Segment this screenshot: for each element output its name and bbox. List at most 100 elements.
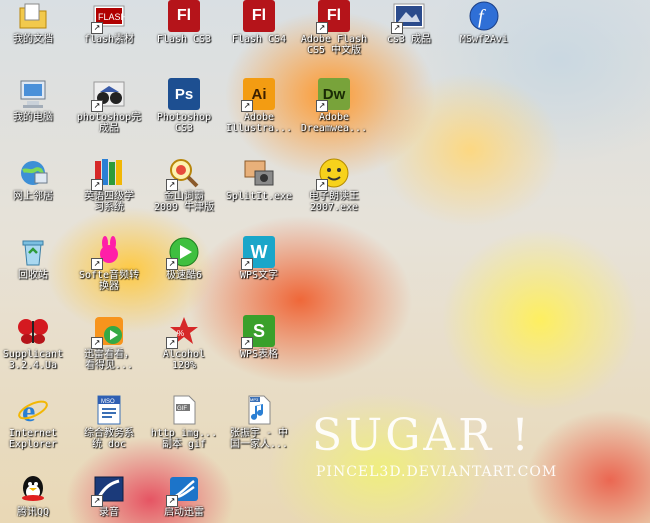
icon-label: MSwf2Avi xyxy=(459,34,509,45)
flash-cs4-shortcut[interactable]: Fl Flash CS4 xyxy=(222,0,296,45)
gif-file-shortcut[interactable]: GIF http_img... 副本 gif xyxy=(147,394,221,450)
gif-icon: GIF xyxy=(168,394,200,426)
splitit-shortcut[interactable]: SplitIt.exe xyxy=(222,157,296,202)
shortcut-arrow-icon: ↗ xyxy=(91,100,103,112)
english-study-shortcut[interactable]: ↗ 英语四级学 习系统 xyxy=(72,157,146,213)
shortcut-arrow-icon: ↗ xyxy=(391,22,403,34)
dictionary-icon: ↗ xyxy=(166,157,200,191)
supplicant-shortcut[interactable]: Supplicant 3.2.4.Ua xyxy=(0,315,70,371)
illustrator-shortcut[interactable]: Ai ↗ Adobe Illustra... xyxy=(222,78,296,134)
icon-label: Internet Explorer xyxy=(8,428,58,450)
flash-assets-icon: FLASH ↗ xyxy=(91,0,127,34)
icon-label: Adobe Illustra... xyxy=(225,112,293,134)
flash-cs5-icon: Fl ↗ xyxy=(316,0,350,34)
shortcut-arrow-icon: ↗ xyxy=(241,337,253,349)
icon-label: photoshop完 成品 xyxy=(76,112,142,134)
shortcut-arrow-icon: ↗ xyxy=(241,100,253,112)
icon-label: 综合教务系 统 doc xyxy=(84,428,134,450)
mswf2avi-icon: f xyxy=(468,0,500,32)
svg-text:MP3: MP3 xyxy=(250,397,259,402)
ku6-shortcut[interactable]: ↗ 极速酷6 xyxy=(147,236,221,281)
dictionary-shortcut[interactable]: ↗ 金山词霸 2009 牛津版 xyxy=(147,157,221,213)
mp3-icon: MP3 xyxy=(243,394,275,426)
icon-label: http_img... 副本 gif xyxy=(150,428,218,450)
shortcut-arrow-icon: ↗ xyxy=(316,22,328,34)
flash-cs3-shortcut[interactable]: Fl Flash CS3 xyxy=(147,0,221,45)
flash-assets-shortcut[interactable]: FLASH ↗ flash素材 xyxy=(72,0,146,45)
mswf2avi-shortcut[interactable]: f MSwf2Avi xyxy=(447,0,521,45)
icon-label: Softe音频转 换器 xyxy=(78,270,140,292)
svg-text:e: e xyxy=(22,395,35,426)
icon-label: 回收站 xyxy=(18,270,48,281)
photoshop-cs3-shortcut[interactable]: Ps Photoshop CS3 xyxy=(147,78,221,134)
reader-shortcut[interactable]: ↗ 电子朗读王 2007.exe xyxy=(297,157,371,213)
ie-icon: e xyxy=(17,394,49,428)
xunlei-kankan-shortcut[interactable]: ↗ 迅雷看看， 看得见... xyxy=(72,315,146,371)
photoshop-icon: Ps xyxy=(168,78,200,110)
doc-icon: MSO xyxy=(93,394,125,426)
svg-text:FLASH: FLASH xyxy=(98,12,125,22)
photoshop-output-icon: ↗ xyxy=(91,78,125,112)
icon-label: 我的电脑 xyxy=(13,112,53,123)
svg-text:%: % xyxy=(177,329,184,338)
wallpaper-title: SUGAR ! xyxy=(312,410,532,461)
icon-label: Supplicant 3.2.4.Ua xyxy=(2,349,64,371)
photoshop-output-shortcut[interactable]: ↗ photoshop完 成品 xyxy=(72,78,146,134)
icon-label: SplitIt.exe xyxy=(225,191,293,202)
icon-label: Adobe Dreamwea... xyxy=(300,112,368,134)
cs3-output-icon: ↗ xyxy=(391,0,425,34)
icon-label: Adobe Flash CS5 中文版 xyxy=(300,34,368,56)
icon-label: 英语四级学 习系统 xyxy=(84,191,134,213)
ie-shortcut[interactable]: e Internet Explorer xyxy=(0,394,70,450)
icon-label: cs3 成品 xyxy=(386,34,432,45)
doc-shortcut[interactable]: MSO 综合教务系 统 doc xyxy=(72,394,146,450)
alcohol-shortcut[interactable]: % ↗ Alcohol 120% xyxy=(147,315,221,371)
shortcut-arrow-icon: ↗ xyxy=(166,179,178,191)
flash-cs4-icon: Fl xyxy=(243,0,275,32)
icon-label: WPS文字 xyxy=(239,270,279,281)
mp3-file-shortcut[interactable]: MP3 张振宇 - 中 国一家人... xyxy=(222,394,296,450)
icon-label: 金山词霸 2009 牛津版 xyxy=(153,191,215,213)
audio-converter-icon: ↗ xyxy=(91,236,125,270)
shortcut-arrow-icon: ↗ xyxy=(91,495,103,507)
recorder-shortcut[interactable]: ↗ 录音 xyxy=(72,473,146,518)
alcohol-icon: % ↗ xyxy=(166,315,200,349)
ku6-icon: ↗ xyxy=(166,236,200,270)
flash-cs5-shortcut[interactable]: Fl ↗ Adobe Flash CS5 中文版 xyxy=(297,0,371,56)
dreamweaver-icon: Dw ↗ xyxy=(316,78,350,112)
wps-sheet-icon: S ↗ xyxy=(241,315,275,349)
icon-label: 网上邻居 xyxy=(13,191,53,202)
recorder-icon: ↗ xyxy=(91,473,125,507)
wps-sheet-shortcut[interactable]: S ↗ WPS表格 xyxy=(222,315,296,360)
reader-icon: ↗ xyxy=(316,157,350,191)
my-computer-shortcut[interactable]: 我的电脑 xyxy=(0,78,70,123)
shortcut-arrow-icon: ↗ xyxy=(91,337,103,349)
butterfly-icon xyxy=(17,315,49,347)
recycle-bin-shortcut[interactable]: 回收站 xyxy=(0,236,70,281)
shortcut-arrow-icon: ↗ xyxy=(166,495,178,507)
audio-converter-shortcut[interactable]: ↗ Softe音频转 换器 xyxy=(72,236,146,292)
qq-shortcut[interactable]: 腾讯QQ xyxy=(0,473,70,518)
icon-label: Alcohol 120% xyxy=(162,349,206,371)
icon-label: Flash CS4 xyxy=(231,34,287,45)
icon-label: 极速酷6 xyxy=(165,270,203,281)
splitit-icon xyxy=(243,157,275,189)
my-documents-icon xyxy=(17,0,49,32)
my-documents-shortcut[interactable]: 我的文档 xyxy=(0,0,70,45)
cs3-output-shortcut[interactable]: ↗ cs3 成品 xyxy=(372,0,446,45)
dreamweaver-shortcut[interactable]: Dw ↗ Adobe Dreamwea... xyxy=(297,78,371,134)
icon-label: 电子朗读王 2007.exe xyxy=(309,191,359,213)
network-shortcut[interactable]: 网上邻居 xyxy=(0,157,70,202)
recycle-bin-icon xyxy=(17,236,49,268)
wps-writer-shortcut[interactable]: W ↗ WPS文字 xyxy=(222,236,296,281)
xunlei-kankan-icon: ↗ xyxy=(91,315,125,349)
icon-label: Flash CS3 xyxy=(156,34,212,45)
icon-label: 张振宇 - 中 国一家人... xyxy=(229,428,289,450)
shortcut-arrow-icon: ↗ xyxy=(166,258,178,270)
xunlei-shortcut[interactable]: ↗ 启动迅雷 xyxy=(147,473,221,518)
illustrator-icon: Ai ↗ xyxy=(241,78,275,112)
my-computer-icon xyxy=(17,78,49,110)
icon-label: 启动迅雷 xyxy=(164,507,204,518)
icon-label: WPS表格 xyxy=(239,349,279,360)
wps-writer-icon: W ↗ xyxy=(241,236,275,270)
